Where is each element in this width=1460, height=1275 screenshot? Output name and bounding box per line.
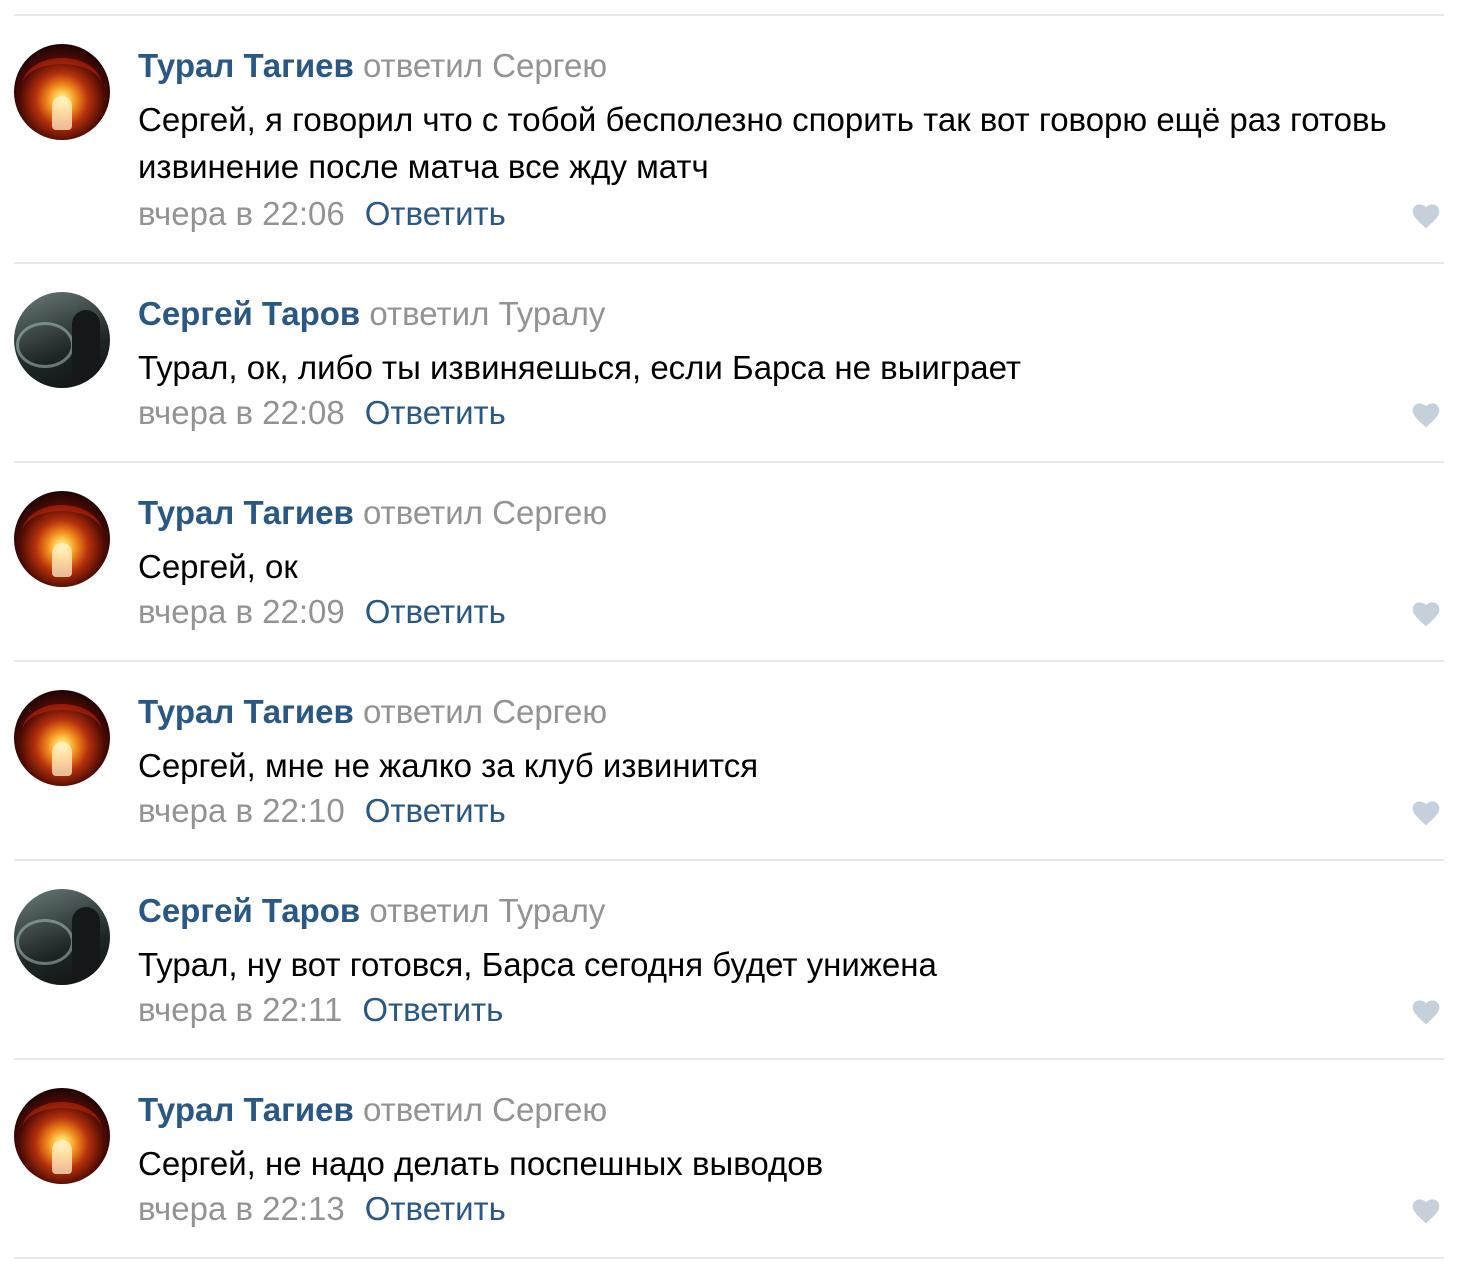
comment-time[interactable]: вчера в 22:13 (138, 1190, 345, 1227)
comment-time[interactable]: вчера в 22:06 (138, 195, 345, 232)
comment-item: Сергей Таров ответил Туралу Турал, ну во… (14, 861, 1444, 1060)
avatar[interactable] (14, 690, 110, 786)
reply-button[interactable]: Ответить (365, 593, 506, 630)
reply-button[interactable]: Ответить (365, 792, 506, 829)
comment-item: Турал Тагиев ответил Сергею Сергей, ок в… (14, 463, 1444, 662)
comment-time[interactable]: вчера в 22:11 (138, 991, 342, 1028)
comment-header: Турал Тагиев ответил Сергею (138, 1090, 607, 1130)
comment-text: Сергей, не надо делать поспешных выводов (138, 1145, 824, 1182)
reply-button[interactable]: Ответить (365, 394, 506, 431)
reply-to-label: ответил Сергею (363, 494, 608, 531)
reply-button[interactable]: Ответить (365, 195, 506, 232)
comment-header: Турал Тагиев ответил Сергею (138, 46, 607, 86)
author-link[interactable]: Сергей Таров (138, 295, 360, 332)
comment-header: Сергей Таров ответил Туралу (138, 891, 605, 931)
comment-time[interactable]: вчера в 22:10 (138, 792, 345, 829)
comment-meta: вчера в 22:13 Ответить (138, 1189, 506, 1229)
comment-meta: вчера в 22:11 Ответить (138, 990, 503, 1030)
comment-header: Турал Тагиев ответил Сергею (138, 692, 607, 732)
comment-item: Сергей Таров ответил Туралу Турал, ок, л… (14, 264, 1444, 463)
reply-button[interactable]: Ответить (365, 1190, 506, 1227)
author-link[interactable]: Турал Тагиев (138, 693, 354, 730)
avatar[interactable] (14, 44, 110, 140)
heart-icon[interactable] (1410, 200, 1442, 230)
avatar[interactable] (14, 491, 110, 587)
avatar[interactable] (14, 292, 110, 388)
heart-icon[interactable] (1410, 1195, 1442, 1225)
author-link[interactable]: Турал Тагиев (138, 494, 354, 531)
comment-time[interactable]: вчера в 22:09 (138, 593, 345, 630)
comment-item: Турал Тагиев ответил Сергею Сергей, я го… (14, 16, 1444, 264)
comment-text: Сергей, мне не жалко за клуб извинится (138, 747, 759, 784)
comment-text: Турал, ну вот готовся, Барса сегодня буд… (138, 946, 937, 983)
comment-meta: вчера в 22:10 Ответить (138, 791, 506, 831)
comment-text: Турал, ок, либо ты извиняешься, если Бар… (138, 349, 1021, 386)
comment-text: Сергей, я говорил что с тобой бесполезно… (138, 101, 1387, 185)
comment-list: Турал Тагиев ответил Сергею Сергей, я го… (0, 16, 1460, 1259)
reply-to-label: ответил Туралу (369, 295, 606, 332)
reply-to-label: ответил Сергею (363, 1091, 608, 1128)
reply-to-label: ответил Туралу (369, 892, 606, 929)
avatar[interactable] (14, 1088, 110, 1184)
comment-meta: вчера в 22:06 Ответить (138, 194, 506, 234)
comment-header: Сергей Таров ответил Туралу (138, 294, 605, 334)
author-link[interactable]: Турал Тагиев (138, 47, 354, 84)
heart-icon[interactable] (1410, 598, 1442, 628)
comment-item: Турал Тагиев ответил Сергею Сергей, мне … (14, 662, 1444, 861)
comment-item: Турал Тагиев ответил Сергею Сергей, не н… (14, 1060, 1444, 1259)
reply-button[interactable]: Ответить (362, 991, 503, 1028)
avatar[interactable] (14, 889, 110, 985)
author-link[interactable]: Турал Тагиев (138, 1091, 354, 1128)
comment-meta: вчера в 22:09 Ответить (138, 592, 506, 632)
heart-icon[interactable] (1410, 996, 1442, 1026)
heart-icon[interactable] (1410, 797, 1442, 827)
comment-header: Турал Тагиев ответил Сергею (138, 493, 607, 533)
reply-to-label: ответил Сергею (363, 47, 608, 84)
heart-icon[interactable] (1410, 399, 1442, 429)
reply-to-label: ответил Сергею (363, 693, 608, 730)
comment-time[interactable]: вчера в 22:08 (138, 394, 345, 431)
comment-meta: вчера в 22:08 Ответить (138, 393, 506, 433)
author-link[interactable]: Сергей Таров (138, 892, 360, 929)
comment-text: Сергей, ок (138, 548, 298, 585)
